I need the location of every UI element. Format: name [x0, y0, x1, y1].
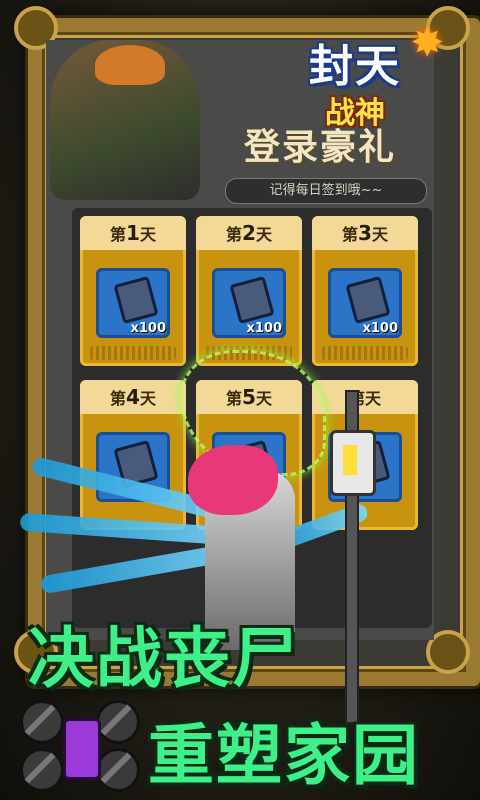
slogan-line1: 决战丧尸: [28, 620, 300, 697]
event-subtitle: 记得每日签到哦~~: [225, 178, 427, 204]
day-card-3[interactable]: 第3天 x100: [312, 216, 418, 366]
cube-icon: [113, 276, 159, 324]
day-label: 第天: [312, 380, 418, 414]
reward-item: x100: [212, 268, 286, 338]
day-label: 第1天: [80, 216, 186, 250]
rotor: [20, 700, 64, 744]
star-icon: ✸: [410, 20, 444, 66]
rotor: [20, 748, 64, 792]
rotor: [96, 700, 140, 744]
slogan-line2: 重塑家园: [148, 717, 420, 794]
day-label: 第2天: [196, 216, 302, 250]
day-card-1[interactable]: 第1天 x100: [80, 216, 186, 366]
reward-item: x100: [328, 268, 402, 338]
game-logo: 封天 战神 ✸: [270, 20, 444, 132]
drone-core: [63, 718, 101, 780]
heroine-hair: [188, 445, 278, 515]
staff-glow: [343, 445, 357, 475]
drone-icon: [18, 700, 140, 792]
cube-icon: [345, 276, 391, 324]
day-card-2[interactable]: 第2天 x100: [196, 216, 302, 366]
reward-quantity: x100: [362, 321, 398, 336]
cube-icon: [229, 276, 275, 324]
hero-hair: [95, 45, 165, 85]
rotor: [96, 748, 140, 792]
day-label: 第4天: [80, 380, 186, 414]
card-strip: [90, 346, 176, 360]
event-title: 登录豪礼: [243, 127, 396, 168]
reward-quantity: x100: [130, 321, 166, 336]
reward-item: x100: [96, 268, 170, 338]
day-label: 第3天: [312, 216, 418, 250]
reward-quantity: x100: [246, 321, 282, 336]
card-strip: [322, 346, 408, 360]
